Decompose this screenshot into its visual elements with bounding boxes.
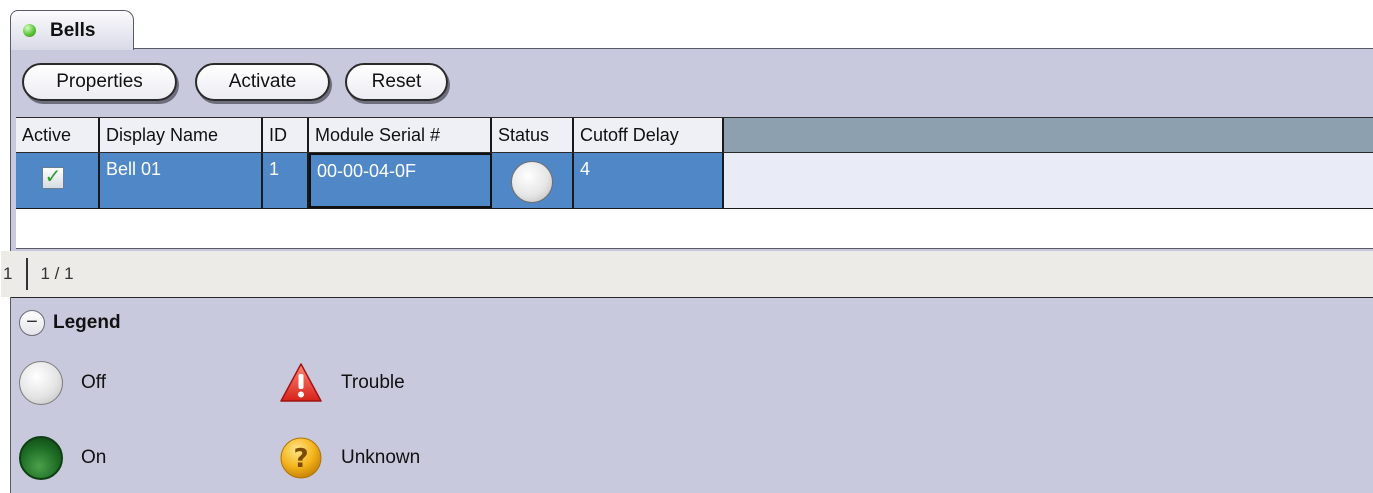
bells-grid: Active Display Name ID Module Serial # S… [16, 117, 1373, 249]
cell-active[interactable]: ✓ [16, 153, 100, 208]
legend-label: On [81, 447, 107, 468]
tab-label: Bells [50, 19, 96, 41]
cell-cutoff-delay[interactable]: 4 [574, 153, 724, 208]
collapse-icon[interactable]: − [19, 310, 45, 336]
page-number[interactable]: 1 [3, 264, 12, 284]
unknown-question-icon: ? [280, 437, 322, 479]
activate-button[interactable]: Activate [195, 63, 330, 101]
legend-section: − Legend Off Trouble On ? Unknown [11, 297, 1373, 493]
legend-item-trouble: Trouble [279, 361, 405, 405]
legend-header[interactable]: − Legend [19, 310, 121, 336]
legend-title: Legend [53, 312, 121, 333]
column-header-display-name[interactable]: Display Name [100, 118, 263, 152]
legend-label: Off [81, 372, 106, 393]
table-row[interactable]: ✓ Bell 01 1 00-00-04-0F 4 [16, 153, 1373, 209]
reset-button[interactable]: Reset [345, 63, 448, 101]
pager: 1 1 / 1 [1, 251, 1373, 297]
pager-divider [26, 258, 29, 290]
legend-label: Trouble [341, 372, 405, 393]
column-header-id[interactable]: ID [263, 118, 309, 152]
column-header-active[interactable]: Active [16, 118, 100, 152]
column-header-status[interactable]: Status [492, 118, 574, 152]
status-dot-icon [23, 24, 36, 37]
properties-button[interactable]: Properties [22, 63, 177, 101]
grid-empty-area [16, 210, 1373, 249]
legend-label: Unknown [341, 447, 421, 468]
bells-panel: Properties Activate Reset Active Display… [1, 48, 1373, 493]
active-checkbox-icon[interactable]: ✓ [42, 167, 64, 189]
toolbar: Properties Activate Reset [11, 49, 1373, 117]
cell-id[interactable]: 1 [263, 153, 309, 208]
status-off-icon [19, 361, 63, 405]
cell-module-serial[interactable]: 00-00-04-0F [309, 153, 492, 208]
svg-text:?: ? [293, 444, 308, 474]
tab-bells[interactable]: Bells [10, 10, 134, 50]
legend-item-on: On [19, 436, 106, 480]
page-count: 1 / 1 [40, 264, 74, 283]
status-off-icon [511, 161, 553, 203]
cell-display-name[interactable]: Bell 01 [100, 153, 263, 208]
cell-status[interactable] [492, 153, 574, 208]
status-on-icon [19, 436, 63, 480]
trouble-warning-icon [280, 363, 322, 402]
legend-item-unknown: ? Unknown [279, 436, 420, 480]
grid-header: Active Display Name ID Module Serial # S… [16, 117, 1373, 153]
column-header-module-serial[interactable]: Module Serial # [309, 118, 492, 152]
column-header-cutoff-delay[interactable]: Cutoff Delay [574, 118, 724, 152]
legend-item-off: Off [19, 361, 106, 405]
